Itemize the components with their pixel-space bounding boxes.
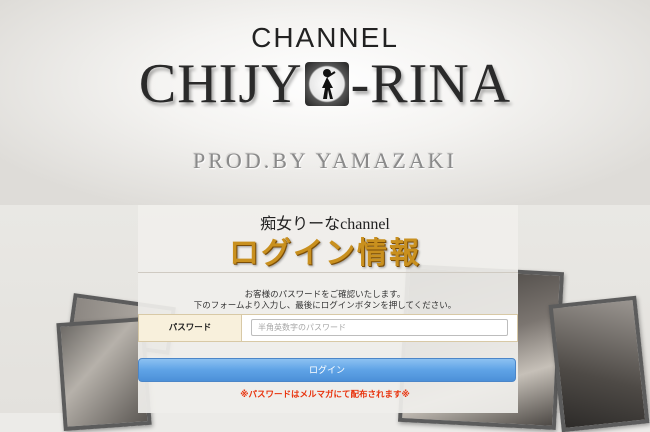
header-banner: CHANNEL CHIJY -RINA PROD.BY YAMAZAKI [0,0,650,205]
logo-subtitle: PROD.BY YAMAZAKI [193,148,457,173]
divider [138,272,518,273]
password-notice: ※パスワードはメルマガにて配布されます※ [240,390,410,400]
password-form-row: パスワード [138,314,518,342]
logo-text-right: -RINA [350,53,512,115]
background-photo [548,295,650,432]
page-title: ログイン情報 [229,236,421,271]
logo-text-left: CHIJY [138,53,303,115]
description-line: 下のフォームより入力し、最後にログインボタンを押してください。 [193,301,457,311]
password-input[interactable] [251,319,508,336]
logo-channel-text: CHANNEL [251,22,399,53]
logo: CHIJY -RINA [0,52,650,116]
password-label: パスワード [139,315,242,341]
logo-mark-icon [304,62,349,106]
login-button[interactable]: ログイン [138,358,516,382]
